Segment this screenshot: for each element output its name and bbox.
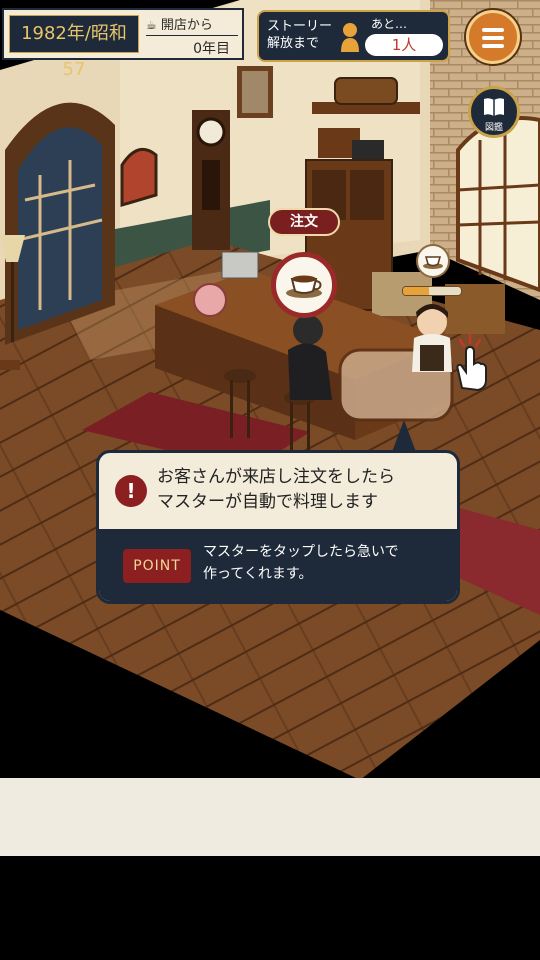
encyclopedia-label: 図鑑 [484,123,503,133]
story-remaining-label: あと… [371,17,408,31]
hamburger-icon [482,28,504,32]
menu-button[interactable] [466,10,520,64]
tutorial-line-1: お客さんが来店し注文をしたら [157,467,395,487]
cooking-progress-bar [402,286,462,296]
point-line-1: マスターをタップしたら急いで [203,544,399,560]
tutorial-text: お客さんが来店し注文をしたら マスターが自動で料理します [157,465,395,515]
tutorial-line-2: マスターが自動で料理します [157,492,378,512]
open-label-text: 開店から [160,18,213,33]
order-label: 注文 [268,208,340,236]
exclamation-icon: ! [115,475,147,507]
order-bubble[interactable] [271,252,337,318]
cooking-item-bubble [416,244,450,278]
hamburger-icon [482,36,504,40]
tutorial-point-section: POINT マスターをタップしたら急いで 作ってくれます。 [99,529,457,601]
open-label: ☕ 開店から [146,14,213,33]
book-icon [484,98,504,116]
tutorial-dialog[interactable]: ! お客さんが来店し注文をしたら マスターが自動で料理します POINT マスタ… [96,450,460,604]
story-remaining-count: 1人 [365,34,443,56]
game-scene[interactable]: 注文 ! お客さんが来店し注文をしたら マスターが自動で料理します POINT … [0,0,540,780]
tap-hand-icon [456,333,487,392]
story-line-1: ストーリー [267,19,333,34]
coffee-cup-icon [423,256,443,269]
encyclopedia-button[interactable]: 図鑑 [468,86,520,138]
point-text: マスターをタップしたら急いで 作ってくれます。 [203,541,399,585]
person-icon [341,23,359,52]
date-panel: 1982年/昭和57 ☕ 開店から 0年目 [2,8,244,80]
story-line-2: 解放まで [267,36,320,51]
cooking-progress-fill [403,287,430,295]
years-open: 0年目 [193,41,230,57]
coffee-cup-icon: ☕ [146,18,157,32]
story-unlock-panel[interactable]: ストーリー 解放まで あと… 1人 [257,10,450,62]
tutorial-message: ! お客さんが来店し注文をしたら マスターが自動で料理します [99,453,457,529]
point-line-2: 作ってくれます。 [203,566,313,582]
story-unlock-label: ストーリー 解放まで [267,18,332,52]
divider [146,35,238,36]
hamburger-icon [482,44,504,48]
coffee-cup-icon [286,275,322,298]
tutorial-pointer [392,420,416,452]
bottom-bar [0,778,540,856]
current-date: 1982年/昭和57 [9,15,139,80]
point-badge: POINT [123,549,191,583]
